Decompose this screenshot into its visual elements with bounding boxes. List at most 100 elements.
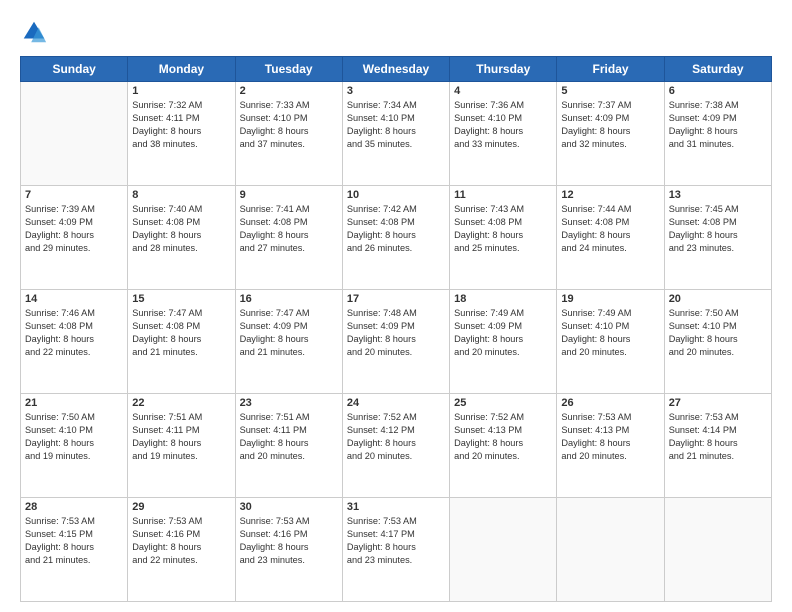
calendar-cell: 18 Sunrise: 7:49 AMSunset: 4:09 PMDayligh…	[450, 290, 557, 394]
day-number: 24	[347, 397, 445, 409]
day-info: Sunrise: 7:32 AMSunset: 4:11 PMDaylight:…	[132, 99, 230, 151]
logo-icon	[20, 18, 48, 46]
day-info: Sunrise: 7:50 AMSunset: 4:10 PMDaylight:…	[669, 307, 767, 359]
day-number: 22	[132, 397, 230, 409]
day-number: 6	[669, 85, 767, 97]
calendar-cell: 5 Sunrise: 7:37 AMSunset: 4:09 PMDaylight…	[557, 82, 664, 186]
day-number: 27	[669, 397, 767, 409]
calendar-week-2: 7 Sunrise: 7:39 AMSunset: 4:09 PMDaylight…	[21, 186, 772, 290]
day-number: 10	[347, 189, 445, 201]
day-number: 11	[454, 189, 552, 201]
calendar-cell	[557, 498, 664, 602]
calendar-cell	[21, 82, 128, 186]
day-number: 2	[240, 85, 338, 97]
day-info: Sunrise: 7:39 AMSunset: 4:09 PMDaylight:…	[25, 203, 123, 255]
day-info: Sunrise: 7:50 AMSunset: 4:10 PMDaylight:…	[25, 411, 123, 463]
calendar-cell: 28 Sunrise: 7:53 AMSunset: 4:15 PMDayligh…	[21, 498, 128, 602]
calendar-week-3: 14 Sunrise: 7:46 AMSunset: 4:08 PMDayligh…	[21, 290, 772, 394]
day-info: Sunrise: 7:45 AMSunset: 4:08 PMDaylight:…	[669, 203, 767, 255]
calendar-cell: 17Sunrise: 7:48 AMSunset: 4:09 PMDayligh…	[342, 290, 449, 394]
calendar-cell: 27 Sunrise: 7:53 AMSunset: 4:14 PMDayligh…	[664, 394, 771, 498]
weekday-header-wednesday: Wednesday	[342, 57, 449, 82]
day-info: Sunrise: 7:52 AMSunset: 4:12 PMDaylight:…	[347, 411, 445, 463]
day-number: 5	[561, 85, 659, 97]
day-info: Sunrise: 7:41 AMSunset: 4:08 PMDaylight:…	[240, 203, 338, 255]
day-info: Sunrise: 7:38 AMSunset: 4:09 PMDaylight:…	[669, 99, 767, 151]
day-number: 14	[25, 293, 123, 305]
day-number: 8	[132, 189, 230, 201]
day-info: Sunrise: 7:53 AMSunset: 4:13 PMDaylight:…	[561, 411, 659, 463]
day-number: 31	[347, 501, 445, 513]
weekday-header-monday: Monday	[128, 57, 235, 82]
day-number: 25	[454, 397, 552, 409]
day-number: 9	[240, 189, 338, 201]
day-info: Sunrise: 7:40 AMSunset: 4:08 PMDaylight:…	[132, 203, 230, 255]
day-number: 19	[561, 293, 659, 305]
calendar-cell: 16 Sunrise: 7:47 AMSunset: 4:09 PMDayligh…	[235, 290, 342, 394]
header	[20, 18, 772, 46]
day-info: Sunrise: 7:43 AMSunset: 4:08 PMDaylight:…	[454, 203, 552, 255]
weekday-header-friday: Friday	[557, 57, 664, 82]
calendar-cell: 2 Sunrise: 7:33 AMSunset: 4:10 PMDaylight…	[235, 82, 342, 186]
day-number: 13	[669, 189, 767, 201]
calendar-cell: 8 Sunrise: 7:40 AMSunset: 4:08 PMDaylight…	[128, 186, 235, 290]
calendar-cell: 19 Sunrise: 7:49 AMSunset: 4:10 PMDayligh…	[557, 290, 664, 394]
day-info: Sunrise: 7:53 AMSunset: 4:15 PMDaylight:…	[25, 515, 123, 567]
day-info: Sunrise: 7:37 AMSunset: 4:09 PMDaylight:…	[561, 99, 659, 151]
calendar-cell: 7 Sunrise: 7:39 AMSunset: 4:09 PMDaylight…	[21, 186, 128, 290]
calendar-cell: 23 Sunrise: 7:51 AMSunset: 4:11 PMDayligh…	[235, 394, 342, 498]
weekday-header-saturday: Saturday	[664, 57, 771, 82]
day-number: 16	[240, 293, 338, 305]
calendar-cell: 10 Sunrise: 7:42 AMSunset: 4:08 PMDayligh…	[342, 186, 449, 290]
calendar-cell: 31 Sunrise: 7:53 AMSunset: 4:17 PMDayligh…	[342, 498, 449, 602]
day-number: 18	[454, 293, 552, 305]
day-info: Sunrise: 7:44 AMSunset: 4:08 PMDaylight:…	[561, 203, 659, 255]
day-number: 30	[240, 501, 338, 513]
day-info: Sunrise: 7:46 AMSunset: 4:08 PMDaylight:…	[25, 307, 123, 359]
calendar-cell: 9 Sunrise: 7:41 AMSunset: 4:08 PMDaylight…	[235, 186, 342, 290]
day-info: Sunrise: 7:34 AMSunset: 4:10 PMDaylight:…	[347, 99, 445, 151]
calendar-table: SundayMondayTuesdayWednesdayThursdayFrid…	[20, 56, 772, 602]
day-number: 4	[454, 85, 552, 97]
day-info: Sunrise: 7:53 AMSunset: 4:14 PMDaylight:…	[669, 411, 767, 463]
calendar-week-4: 21 Sunrise: 7:50 AMSunset: 4:10 PMDayligh…	[21, 394, 772, 498]
day-info: Sunrise: 7:53 AMSunset: 4:16 PMDaylight:…	[240, 515, 338, 567]
calendar-cell: 4 Sunrise: 7:36 AMSunset: 4:10 PMDaylight…	[450, 82, 557, 186]
calendar-cell: 12 Sunrise: 7:44 AMSunset: 4:08 PMDayligh…	[557, 186, 664, 290]
day-info: Sunrise: 7:49 AMSunset: 4:09 PMDaylight:…	[454, 307, 552, 359]
day-number: 15	[132, 293, 230, 305]
calendar-cell: 30 Sunrise: 7:53 AMSunset: 4:16 PMDayligh…	[235, 498, 342, 602]
calendar-cell: 11 Sunrise: 7:43 AMSunset: 4:08 PMDayligh…	[450, 186, 557, 290]
calendar-cell: 25Sunrise: 7:52 AMSunset: 4:13 PMDayligh…	[450, 394, 557, 498]
day-info: Sunrise: 7:53 AMSunset: 4:17 PMDaylight:…	[347, 515, 445, 567]
logo	[20, 18, 52, 46]
calendar-week-5: 28 Sunrise: 7:53 AMSunset: 4:15 PMDayligh…	[21, 498, 772, 602]
day-info: Sunrise: 7:36 AMSunset: 4:10 PMDaylight:…	[454, 99, 552, 151]
day-number: 26	[561, 397, 659, 409]
calendar-cell: 29Sunrise: 7:53 AMSunset: 4:16 PMDayligh…	[128, 498, 235, 602]
day-number: 12	[561, 189, 659, 201]
day-info: Sunrise: 7:51 AMSunset: 4:11 PMDaylight:…	[132, 411, 230, 463]
day-info: Sunrise: 7:49 AMSunset: 4:10 PMDaylight:…	[561, 307, 659, 359]
calendar-cell: 1Sunrise: 7:32 AMSunset: 4:11 PMDaylight…	[128, 82, 235, 186]
weekday-header-sunday: Sunday	[21, 57, 128, 82]
calendar-cell	[450, 498, 557, 602]
calendar-cell: 22 Sunrise: 7:51 AMSunset: 4:11 PMDayligh…	[128, 394, 235, 498]
calendar-cell: 20 Sunrise: 7:50 AMSunset: 4:10 PMDayligh…	[664, 290, 771, 394]
day-info: Sunrise: 7:51 AMSunset: 4:11 PMDaylight:…	[240, 411, 338, 463]
calendar-cell	[664, 498, 771, 602]
day-number: 21	[25, 397, 123, 409]
day-number: 28	[25, 501, 123, 513]
day-number: 20	[669, 293, 767, 305]
calendar-cell: 13 Sunrise: 7:45 AMSunset: 4:08 PMDayligh…	[664, 186, 771, 290]
day-info: Sunrise: 7:33 AMSunset: 4:10 PMDaylight:…	[240, 99, 338, 151]
calendar-cell: 26 Sunrise: 7:53 AMSunset: 4:13 PMDayligh…	[557, 394, 664, 498]
day-number: 7	[25, 189, 123, 201]
day-info: Sunrise: 7:47 AMSunset: 4:09 PMDaylight:…	[240, 307, 338, 359]
day-number: 23	[240, 397, 338, 409]
calendar-cell: 14 Sunrise: 7:46 AMSunset: 4:08 PMDayligh…	[21, 290, 128, 394]
day-info: Sunrise: 7:42 AMSunset: 4:08 PMDaylight:…	[347, 203, 445, 255]
weekday-header-tuesday: Tuesday	[235, 57, 342, 82]
day-info: Sunrise: 7:47 AMSunset: 4:08 PMDaylight:…	[132, 307, 230, 359]
calendar-cell: 6 Sunrise: 7:38 AMSunset: 4:09 PMDaylight…	[664, 82, 771, 186]
